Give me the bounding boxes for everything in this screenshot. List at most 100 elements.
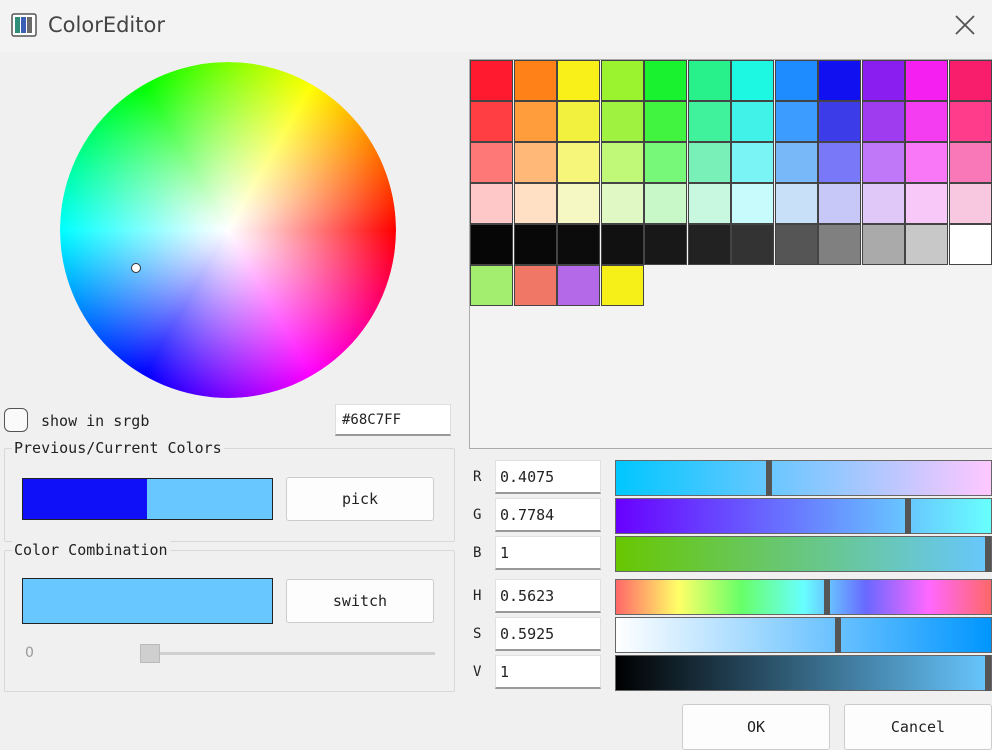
palette-swatch[interactable]: [774, 142, 818, 183]
close-icon[interactable]: [948, 8, 982, 42]
palette-swatch[interactable]: [948, 224, 992, 265]
palette-swatch[interactable]: [513, 60, 557, 101]
channel-input-h[interactable]: 0.5623: [495, 579, 601, 613]
palette-swatch[interactable]: [774, 183, 818, 224]
channel-input-g[interactable]: 0.7784: [495, 498, 601, 532]
previous-color-swatch[interactable]: [22, 478, 148, 520]
palette-swatch[interactable]: [774, 224, 818, 265]
channel-label-h: H: [473, 588, 482, 604]
palette-swatch[interactable]: [600, 183, 644, 224]
palette-swatch[interactable]: [557, 142, 600, 183]
palette-swatch[interactable]: [774, 60, 818, 101]
palette-swatch[interactable]: [948, 60, 992, 101]
palette-swatch[interactable]: [644, 224, 687, 265]
srgb-checkbox[interactable]: [4, 408, 28, 432]
channel-label-v: V: [473, 664, 482, 680]
channel-slider-g[interactable]: [615, 498, 992, 534]
palette-swatch[interactable]: [557, 101, 600, 142]
palette-swatch[interactable]: [905, 142, 948, 183]
palette-swatch[interactable]: [600, 142, 644, 183]
palette-swatch[interactable]: [861, 224, 905, 265]
palette-swatch[interactable]: [861, 142, 905, 183]
palette-swatch[interactable]: [470, 60, 513, 101]
selected-color-marker[interactable]: [131, 263, 141, 273]
palette-swatch[interactable]: [861, 183, 905, 224]
palette-swatch[interactable]: [905, 101, 948, 142]
palette-swatch[interactable]: [600, 265, 644, 306]
ok-button[interactable]: OK: [682, 704, 830, 750]
palette-swatch[interactable]: [470, 183, 513, 224]
palette-swatch[interactable]: [948, 142, 992, 183]
palette-swatch[interactable]: [818, 183, 861, 224]
palette-swatch[interactable]: [861, 60, 905, 101]
palette-swatch[interactable]: [513, 265, 557, 306]
pick-button[interactable]: pick: [286, 477, 434, 521]
switch-button[interactable]: switch: [286, 579, 434, 623]
palette-swatch[interactable]: [644, 142, 687, 183]
palette-swatch[interactable]: [600, 60, 644, 101]
channel-slider-handle[interactable]: [985, 536, 991, 572]
channel-slider-v[interactable]: [615, 655, 992, 691]
palette-swatch[interactable]: [513, 101, 557, 142]
palette-swatch[interactable]: [861, 101, 905, 142]
window-title: ColorEditor: [48, 13, 165, 37]
channel-slider-b[interactable]: [615, 536, 992, 572]
channel-label-g: G: [473, 507, 482, 523]
palette-swatch[interactable]: [687, 101, 731, 142]
palette-swatch[interactable]: [905, 60, 948, 101]
channel-slider-handle[interactable]: [985, 655, 991, 691]
palette-swatch[interactable]: [731, 101, 774, 142]
channel-input-v[interactable]: 1: [495, 655, 601, 689]
palette-swatch[interactable]: [644, 183, 687, 224]
palette-swatch[interactable]: [731, 224, 774, 265]
palette-swatch[interactable]: [557, 265, 600, 306]
palette-swatch[interactable]: [731, 142, 774, 183]
palette-swatch[interactable]: [774, 101, 818, 142]
palette-swatch[interactable]: [818, 224, 861, 265]
palette-swatch[interactable]: [948, 101, 992, 142]
channel-input-b[interactable]: 1: [495, 536, 601, 570]
palette-swatch[interactable]: [905, 224, 948, 265]
palette-swatch[interactable]: [470, 224, 513, 265]
channel-slider-handle[interactable]: [765, 460, 772, 496]
palette-swatch[interactable]: [687, 60, 731, 101]
palette-swatch[interactable]: [470, 142, 513, 183]
palette-swatch[interactable]: [687, 183, 731, 224]
cancel-button[interactable]: Cancel: [844, 704, 992, 750]
palette-swatch[interactable]: [644, 60, 687, 101]
combination-color-swatch[interactable]: [22, 578, 273, 624]
channel-slider-r[interactable]: [615, 460, 992, 496]
channel-input-s[interactable]: 0.5925: [495, 617, 601, 651]
channel-slider-handle[interactable]: [904, 498, 911, 534]
palette-swatch[interactable]: [513, 224, 557, 265]
channel-slider-s[interactable]: [615, 617, 992, 653]
palette-swatch[interactable]: [557, 183, 600, 224]
palette-swatch[interactable]: [644, 101, 687, 142]
combination-slider-handle[interactable]: [140, 644, 160, 663]
palette-swatch[interactable]: [687, 224, 731, 265]
palette-swatch[interactable]: [905, 183, 948, 224]
palette-swatch[interactable]: [948, 183, 992, 224]
palette-swatch[interactable]: [557, 60, 600, 101]
palette-swatch[interactable]: [557, 224, 600, 265]
palette-swatch[interactable]: [731, 183, 774, 224]
palette-swatch[interactable]: [600, 101, 644, 142]
color-wheel[interactable]: [60, 62, 396, 398]
palette-swatch[interactable]: [818, 142, 861, 183]
channel-input-r[interactable]: 0.4075: [495, 460, 601, 494]
palette-swatch[interactable]: [470, 101, 513, 142]
channel-slider-handle[interactable]: [835, 617, 842, 653]
palette-swatch[interactable]: [687, 142, 731, 183]
app-icon: [11, 13, 37, 37]
channel-slider-handle[interactable]: [823, 579, 830, 615]
palette-swatch[interactable]: [600, 224, 644, 265]
hex-input[interactable]: #68C7FF: [335, 404, 451, 436]
palette-swatch[interactable]: [513, 183, 557, 224]
palette-swatch[interactable]: [513, 142, 557, 183]
palette-swatch[interactable]: [470, 265, 513, 306]
combination-slider-track[interactable]: [143, 652, 435, 655]
palette-swatch[interactable]: [818, 101, 861, 142]
palette-swatch[interactable]: [818, 60, 861, 101]
channel-slider-h[interactable]: [615, 579, 992, 615]
palette-swatch[interactable]: [731, 60, 774, 101]
